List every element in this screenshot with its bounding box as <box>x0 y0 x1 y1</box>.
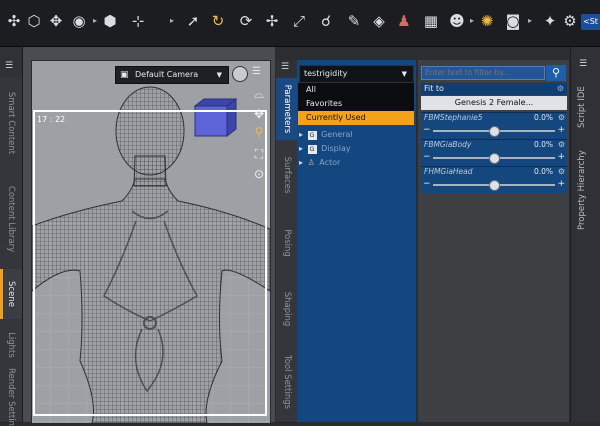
panel-menu-icon[interactable]: ☰ <box>579 59 587 69</box>
tab-smart-content[interactable]: Smart Content <box>0 77 22 170</box>
tab-parameters[interactable]: Parameters <box>276 78 297 141</box>
film-icon[interactable]: ▦ <box>421 10 441 32</box>
viewport-menu-icon[interactable]: ☰ <box>252 66 261 77</box>
chevron-down-icon: ▼ <box>401 70 407 78</box>
tab-posing[interactable]: Posing <box>276 210 297 277</box>
preset-dropdown[interactable]: testrigidity ▼ <box>299 65 414 83</box>
left-tab-strip: ☰ Smart Content Content Library Scene Li… <box>0 47 23 426</box>
paint-icon[interactable]: ✎ <box>344 10 364 32</box>
figure-icon[interactable]: ♟ <box>394 10 414 32</box>
gear-icon[interactable]: ⚙ <box>558 113 565 122</box>
move-tool-icon[interactable]: ✢ <box>262 10 282 32</box>
render-icon[interactable]: ✦ <box>540 10 560 32</box>
settings-icon[interactable]: ⚙ <box>560 10 580 32</box>
toolbar-separator: ▸ <box>528 16 533 25</box>
toolbar-separator: ▸ <box>470 16 475 25</box>
tab-surfaces[interactable]: Surfaces <box>276 140 297 211</box>
camera-icon[interactable]: ◙ <box>503 10 523 32</box>
tree-item-actor[interactable]: ▸ ♙ Actor <box>298 156 340 169</box>
expand-arrow-icon: ▸ <box>299 158 304 167</box>
cube-split-icon[interactable]: ⬢ <box>100 10 120 32</box>
fit-to-row: Fit to ⚙ <box>421 83 567 95</box>
rotate-node-icon[interactable]: ✥ <box>46 10 66 32</box>
chevron-down-icon: ▼ <box>216 71 222 79</box>
tab-lights[interactable]: Lights <box>0 319 22 372</box>
param-tab-strip: ☰ Parameters Surfaces Posing Shaping Too… <box>276 60 298 423</box>
increment-button[interactable]: + <box>557 125 565 135</box>
group-badge-icon: G <box>307 145 317 154</box>
orbit-icon[interactable]: ⟳ <box>236 10 256 32</box>
camera-dropdown[interactable]: ▣ Default Camera ▼ <box>115 66 229 84</box>
gear-icon[interactable]: ⚙ <box>557 83 564 95</box>
slider-handle[interactable] <box>489 180 500 191</box>
gear-icon[interactable]: ⚙ <box>558 140 565 149</box>
cube-node-icon[interactable]: ⬡ <box>24 10 44 32</box>
group-badge-icon: G <box>307 131 317 140</box>
person-icon: ♙ <box>307 158 315 167</box>
frame-counter: 17 : 22 <box>37 115 66 124</box>
increment-button[interactable]: + <box>557 179 565 189</box>
tab-render-settings[interactable]: Render Settin <box>0 367 22 426</box>
decrement-button[interactable]: − <box>423 152 431 162</box>
filter-input[interactable] <box>421 66 545 80</box>
tab-scene[interactable]: Scene <box>0 269 22 320</box>
slider-fhmgiahead[interactable]: FHMGiaHead 0.0% ⚙ − + <box>421 166 567 193</box>
toolbar-separator: ▸ <box>170 16 175 25</box>
rotate-tool-icon[interactable]: ↻ <box>208 10 228 32</box>
tab-tool-settings[interactable]: Tool Settings <box>276 342 297 423</box>
slider-fbmstephanie5[interactable]: FBMStephanie5 0.0% ⚙ − + <box>421 112 567 139</box>
paint-bucket-icon[interactable]: ◈ <box>369 10 389 32</box>
slider-handle[interactable] <box>489 153 500 164</box>
search-icon[interactable]: ⚲ <box>546 65 566 81</box>
decrement-button[interactable]: − <box>423 125 431 135</box>
filter-favorites[interactable]: Favorites <box>298 97 414 111</box>
gear-icon[interactable]: ⚙ <box>558 167 565 176</box>
frame-view-icon[interactable]: ⛶ <box>251 146 267 162</box>
viewport-sphere-icon[interactable] <box>232 66 248 82</box>
joint-icon[interactable]: ☌ <box>316 10 336 32</box>
panel-menu-icon[interactable]: ☰ <box>281 62 289 72</box>
main-toolbar: ✣ ⬡ ✥ ◉ ▸ ⬢ ⊹ ▸ ➚ ↻ ⟳ ✢ ⤢ ☌ ✎ ◈ ♟ ▦ ☻ ▸ … <box>0 0 600 47</box>
arrange-icon[interactable]: ⊹ <box>128 10 148 32</box>
zoom-view-icon[interactable]: ⚲ <box>251 124 267 140</box>
people-icon[interactable]: ☻ <box>447 10 467 32</box>
tab-content-library[interactable]: Content Library <box>0 169 22 270</box>
increment-button[interactable]: + <box>557 152 565 162</box>
tree-item-display[interactable]: ▸ G Display <box>298 142 351 155</box>
preset-dropdown-label: testrigidity <box>304 69 348 78</box>
target-icon[interactable]: ◉ <box>69 10 89 32</box>
filter-currently-used[interactable]: Currently Used <box>298 111 414 125</box>
reset-view-icon[interactable]: ⊙ <box>251 166 267 182</box>
fit-to-dropdown[interactable]: Genesis 2 Female... <box>421 96 567 110</box>
camera-icon: ▣ <box>120 70 129 80</box>
decrement-button[interactable]: − <box>423 179 431 189</box>
slider-fbmgiabody[interactable]: FBMGiaBody 0.0% ⚙ − + <box>421 139 567 166</box>
tree-item-general[interactable]: ▸ G General <box>298 128 353 141</box>
cube-add-icon[interactable]: ✣ <box>4 10 24 32</box>
pan-view-icon[interactable]: ✥ <box>251 106 267 122</box>
tab-shaping[interactable]: Shaping <box>276 276 297 343</box>
orbit-view-icon[interactable]: ⌓ <box>251 86 267 102</box>
pointer-icon[interactable]: ➚ <box>183 10 203 32</box>
panel-menu-icon[interactable]: ☰ <box>5 61 13 71</box>
camera-dropdown-label: Default Camera <box>135 70 199 79</box>
expand-arrow-icon: ▸ <box>299 144 304 153</box>
light-icon[interactable]: ✺ <box>477 10 497 32</box>
filter-all[interactable]: All <box>298 83 414 97</box>
render-frame-guide <box>33 110 267 416</box>
script-tag[interactable]: <St <box>581 14 600 30</box>
slider-handle[interactable] <box>489 126 500 137</box>
expand-arrow-icon: ▸ <box>299 130 304 139</box>
scale-tool-icon[interactable]: ⤢ <box>289 10 309 32</box>
toolbar-separator: ▸ <box>93 16 98 25</box>
